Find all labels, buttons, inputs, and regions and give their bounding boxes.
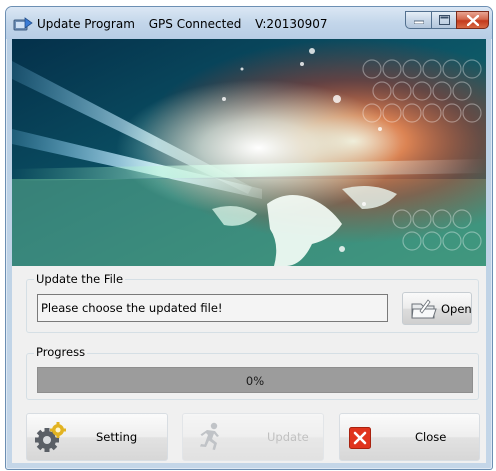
window-title: Update Program GPS Connected V:20130907 [37,17,338,31]
update-file-group-label: Update the File [34,272,126,286]
update-button-label: Update [267,430,309,444]
setting-button[interactable]: Setting [26,413,168,461]
maximize-icon [438,15,450,25]
update-button[interactable]: Update [182,413,324,461]
banner-image [12,39,486,266]
setting-button-label: Setting [96,430,138,444]
open-file-icon [411,299,437,319]
title-version: V:20130907 [255,17,328,31]
close-icon [466,14,479,26]
title-bar[interactable]: Update Program GPS Connected V:20130907 [6,7,492,39]
file-path-field[interactable] [37,294,388,322]
title-gps-status: GPS Connected [148,17,242,31]
settings-gear-icon [35,422,66,452]
open-button[interactable]: Open [402,292,472,325]
minimize-button[interactable] [405,11,432,29]
maximize-button[interactable] [431,11,457,29]
open-button-label: Open [441,302,472,316]
client-area: Update the File Open Progress 0% [12,39,486,463]
title-app-name: Update Program [37,17,135,31]
progress-value-text: 0% [245,374,265,388]
update-program-icon [13,17,33,31]
update-program-window: Update Program GPS Connected V:20130907 [5,6,493,470]
progress-group-label: Progress [34,345,88,359]
close-button-label: Close [415,430,447,444]
progress-bar: 0% [37,367,473,393]
close-x-icon [349,427,371,449]
minimize-icon [413,20,424,24]
running-man-icon [200,422,219,450]
close-button[interactable]: Close [339,413,480,461]
window-close-button[interactable] [456,11,489,29]
